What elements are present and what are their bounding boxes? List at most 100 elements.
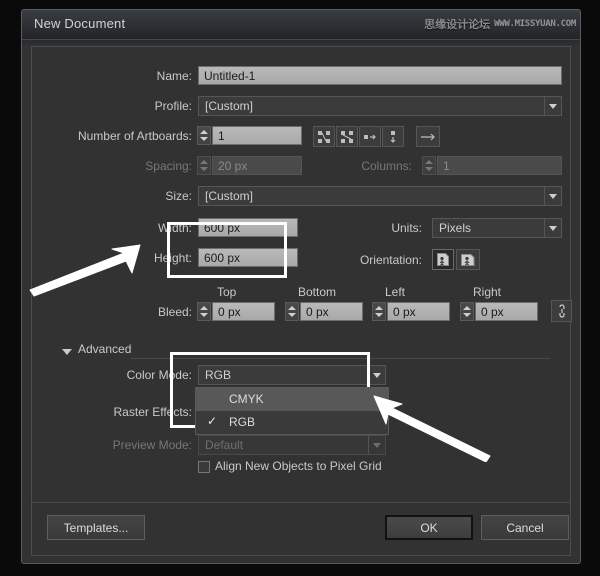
color-mode-dropdown-value: RGB [205,368,231,382]
artboards-label: Number of Artboards: [42,129,192,143]
dialog-titlebar: New Document 思缘设计论坛 WWW.MISSYUAN.COM [22,10,580,40]
units-dropdown-arrow[interactable] [544,219,561,237]
artboards-input[interactable]: 1 [212,126,302,145]
dialog-title: New Document [34,16,125,31]
align-pixel-grid-checkbox[interactable] [198,461,210,473]
cancel-button[interactable]: Cancel [481,515,569,540]
templates-button[interactable]: Templates... [47,515,145,540]
color-mode-dropdown-arrow[interactable] [368,366,385,384]
spacing-label: Spacing: [42,159,192,173]
orientation-landscape-button[interactable] [456,249,480,270]
artboards-stepper[interactable] [197,126,211,145]
stepper-up-icon [375,306,383,310]
columns-stepper[interactable] [422,156,436,175]
spacing-input[interactable]: 20 px [212,156,302,175]
watermark-chinese-text: 思缘设计论坛 [424,16,490,32]
bleed-right-header: Right [473,285,501,299]
stepper-up-icon [200,160,208,164]
stepper-up-icon [288,306,296,310]
profile-dropdown-value: [Custom] [205,99,253,113]
bleed-top-header: Top [217,285,236,299]
bleed-bottom-stepper[interactable] [285,302,299,321]
spacing-stepper[interactable] [197,156,211,175]
chevron-down-icon [549,226,557,231]
color-mode-option-rgb[interactable]: ✓ RGB [196,411,388,434]
orientation-portrait-button[interactable] [432,249,454,270]
watermark: 思缘设计论坛 WWW.MISSYUAN.COM [424,16,576,32]
bleed-top-stepper[interactable] [197,302,211,321]
chevron-down-icon [549,194,557,199]
profile-dropdown-arrow[interactable] [544,97,561,115]
units-label: Units: [342,221,422,235]
advanced-disclosure-triangle-icon[interactable] [62,349,72,355]
artboard-grid-by-row-button[interactable] [313,126,335,147]
new-document-dialog: New Document 思缘设计论坛 WWW.MISSYUAN.COM Nam… [21,9,581,564]
link-bleed-icon [556,304,568,318]
columns-input[interactable]: 1 [437,156,562,175]
profile-dropdown[interactable]: [Custom] [198,96,562,116]
grid-by-row-icon [317,130,331,144]
preview-mode-dropdown[interactable]: Default [198,435,386,455]
bleed-left-stepper[interactable] [372,302,386,321]
stepper-up-icon [463,306,471,310]
size-dropdown[interactable]: [Custom] [198,186,562,206]
bleed-bottom-header: Bottom [298,285,336,299]
preview-mode-dropdown-arrow[interactable] [368,436,385,454]
arrange-by-column-icon [386,130,400,144]
stepper-down-icon [288,313,296,317]
preview-mode-dropdown-value: Default [205,438,243,452]
advanced-section-divider [130,358,550,359]
dialog-body-panel: Name: Untitled-1 Profile: [Custom] Numbe… [31,46,571,556]
stepper-down-icon [425,167,433,171]
artboard-flow-direction-button[interactable] [416,126,440,147]
landscape-icon [460,253,476,267]
stepper-up-icon [200,130,208,134]
bleed-label: Bleed: [42,305,192,319]
stepper-down-icon [463,313,471,317]
stepper-down-icon [200,137,208,141]
name-label: Name: [42,69,192,83]
bleed-bottom-input[interactable]: 0 px [300,302,363,321]
stepper-up-icon [200,306,208,310]
color-mode-label: Color Mode: [42,368,192,382]
bleed-top-input[interactable]: 0 px [212,302,275,321]
chevron-down-icon [373,373,381,378]
bleed-right-stepper[interactable] [460,302,474,321]
advanced-section-label: Advanced [78,342,131,356]
stepper-down-icon [375,313,383,317]
grid-by-column-icon [340,130,354,144]
footer-divider [31,502,571,503]
artboard-grid-by-column-button[interactable] [336,126,358,147]
bleed-left-input[interactable]: 0 px [387,302,450,321]
artboard-arrange-by-column-button[interactable] [382,126,404,147]
bleed-left-header: Left [385,285,405,299]
preview-mode-label: Preview Mode: [42,438,192,452]
color-mode-dropdown-menu[interactable]: CMYK ✓ RGB [195,387,389,435]
size-dropdown-arrow[interactable] [544,187,561,205]
bleed-link-button[interactable] [551,300,572,322]
chevron-down-icon [549,104,557,109]
profile-label: Profile: [42,99,192,113]
watermark-url-text: WWW.MISSYUAN.COM [494,19,576,29]
stepper-up-icon [425,160,433,164]
ok-button[interactable]: OK [385,515,473,540]
units-dropdown[interactable]: Pixels [432,218,562,238]
orientation-label: Orientation: [322,253,422,267]
color-mode-option-cmyk[interactable]: CMYK [196,388,388,411]
width-input[interactable]: 600 px [198,218,298,237]
portrait-icon [436,252,450,267]
bleed-right-input[interactable]: 0 px [475,302,538,321]
change-to-right-to-left-icon [419,131,437,143]
artboard-arrange-by-row-button[interactable] [359,126,381,147]
height-input[interactable]: 600 px [198,248,298,267]
color-mode-dropdown[interactable]: RGB [198,365,386,385]
stepper-down-icon [200,167,208,171]
size-dropdown-value: [Custom] [205,189,253,203]
height-label: Height: [42,251,192,265]
check-icon: ✓ [207,414,217,428]
stepper-down-icon [200,313,208,317]
arrange-by-row-icon [363,130,377,144]
width-label: Width: [42,221,192,235]
columns-label: Columns: [332,159,412,173]
name-input[interactable]: Untitled-1 [198,66,562,85]
